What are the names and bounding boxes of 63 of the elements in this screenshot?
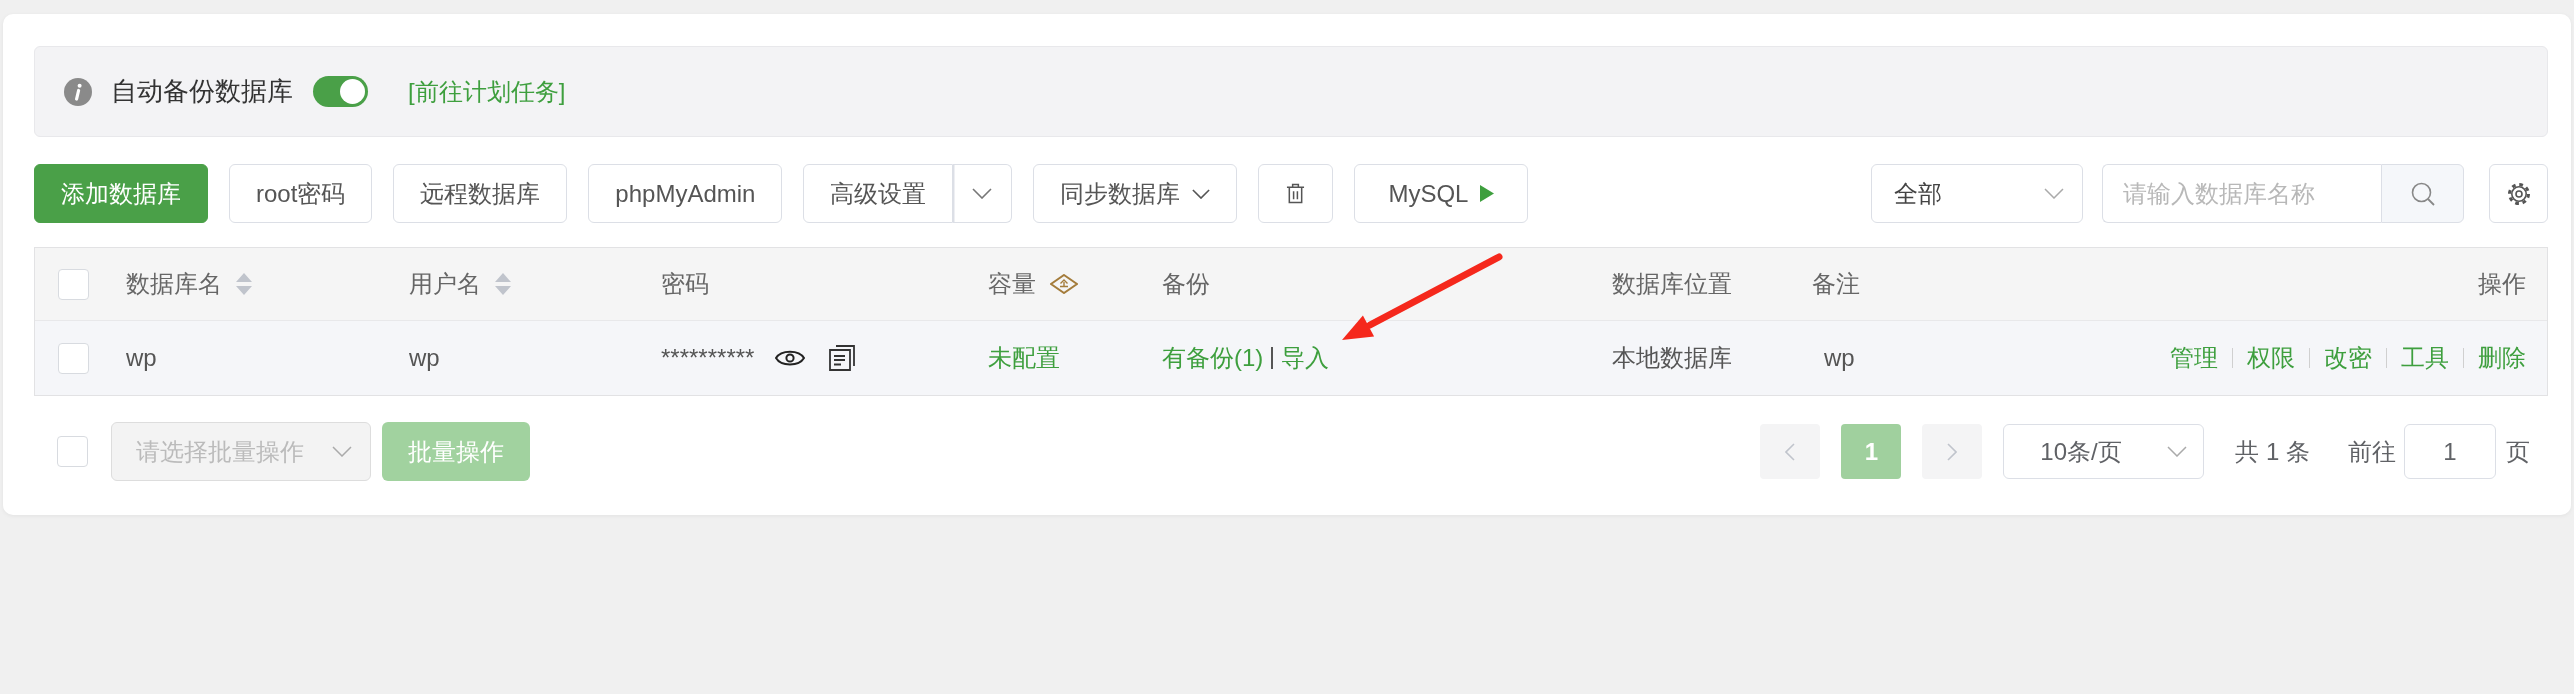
scheduled-task-link[interactable]: [前往计划任务] <box>408 75 566 108</box>
settings-button[interactable] <box>2489 164 2548 223</box>
table-cell: wp <box>126 344 157 372</box>
dropdown-button[interactable]: 同步数据库 <box>1033 164 1238 223</box>
chevron-left-icon <box>1785 442 1796 461</box>
caret-icon <box>1192 188 1211 199</box>
search-icon <box>2410 181 2435 206</box>
diamond-icon <box>1050 274 1078 294</box>
add-database-button[interactable]: 添加数据库 <box>34 164 208 223</box>
search-button[interactable] <box>2381 164 2464 223</box>
column-header: 操作 <box>2478 269 2526 299</box>
toolbar-button[interactable]: 远程数据库 <box>393 164 568 223</box>
info-icon <box>64 77 92 106</box>
page-suffix: 页 <box>2506 436 2530 467</box>
column-header: 备注 <box>1812 269 1860 299</box>
action-link[interactable]: 删除 <box>2478 342 2526 374</box>
toolbar-button[interactable]: phpMyAdmin <box>588 164 783 223</box>
checkbox[interactable] <box>58 268 89 300</box>
dropdown-button[interactable] <box>953 164 1013 223</box>
search-field[interactable]: 请输入数据库名称 <box>2102 164 2381 223</box>
capacity-link[interactable]: 未配置 <box>988 342 1060 374</box>
table-cell: wp <box>1824 344 1855 372</box>
column-header: 用户名 <box>409 269 481 299</box>
action-link[interactable]: 管理 <box>2170 342 2218 374</box>
toolbar-button[interactable]: 高级设置 <box>803 164 954 223</box>
toolbar-button[interactable]: MySQL <box>1354 164 1529 223</box>
copy-icon[interactable] <box>829 345 856 371</box>
import-link[interactable]: 导入 <box>1280 342 1329 374</box>
action-link[interactable]: 工具 <box>2401 342 2449 374</box>
caret-icon <box>2167 446 2188 457</box>
caret-icon <box>972 188 993 199</box>
goto-label: 前往 <box>2348 436 2396 467</box>
checkbox[interactable] <box>57 436 88 467</box>
column-header: 容量 <box>988 269 1036 299</box>
page-input[interactable]: 1 <box>2404 424 2496 479</box>
total-count: 共 1 条 <box>2235 436 2310 467</box>
chevron-right-icon <box>1947 442 1958 461</box>
toggle-switch[interactable] <box>313 76 368 107</box>
column-header: 数据库名 <box>126 269 222 299</box>
eye-icon[interactable] <box>775 348 806 368</box>
backup-link[interactable]: 有备份(1) <box>1162 342 1264 374</box>
play-icon <box>1480 185 1495 202</box>
table-cell: wp <box>409 344 440 372</box>
action-link[interactable]: 改密 <box>2324 342 2372 374</box>
sort-icon[interactable] <box>495 273 511 295</box>
settings-icon <box>2506 181 2531 206</box>
checkbox[interactable] <box>58 342 89 374</box>
caret-icon <box>332 446 352 457</box>
auto-backup-label: 自动备份数据库 <box>111 75 293 108</box>
column-header: 备份 <box>1162 269 1210 299</box>
column-header: 数据库位置 <box>1612 269 1732 299</box>
filter-select[interactable]: 全部 <box>1871 164 2083 223</box>
password-cell: ********** <box>661 344 755 372</box>
page-size-select[interactable]: 10条/页 <box>2003 424 2205 479</box>
trash-icon <box>1286 183 1306 204</box>
toolbar-button[interactable]: root密码 <box>229 164 373 223</box>
page-button[interactable]: 1 <box>1841 424 1902 479</box>
table-cell-text: 本地数据库 <box>1612 343 1732 373</box>
caret-icon <box>2044 188 2064 199</box>
column-header: 密码 <box>661 269 709 299</box>
delete-button[interactable] <box>1258 164 1334 223</box>
action-link[interactable]: 权限 <box>2247 342 2295 374</box>
sort-icon[interactable] <box>236 273 252 295</box>
